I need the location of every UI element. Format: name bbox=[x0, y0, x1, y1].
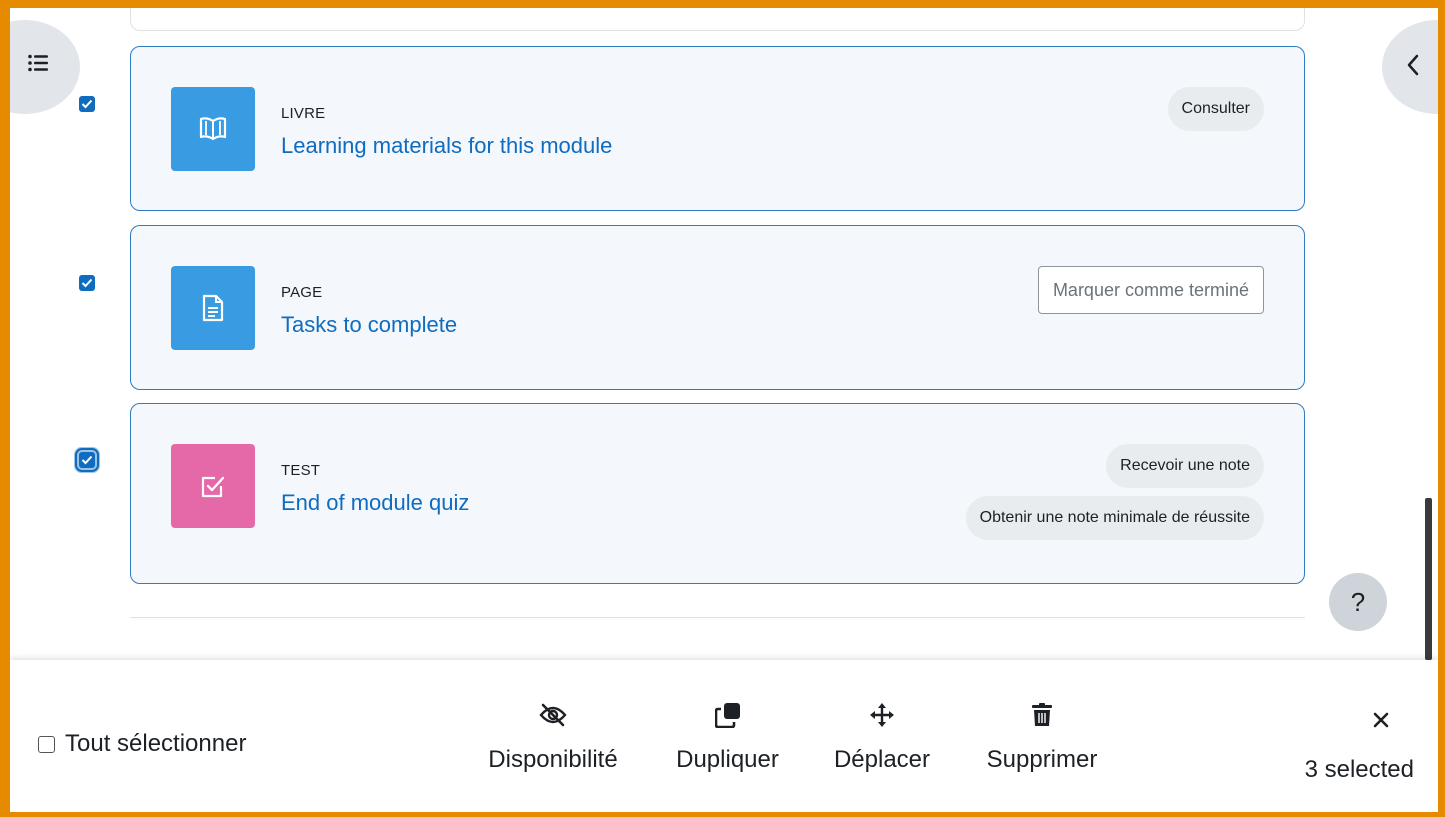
select-all-checkbox[interactable]: Tout sélectionner bbox=[38, 730, 246, 758]
delete-label: Supprimer bbox=[986, 746, 1098, 773]
activity-link[interactable]: Learning materials for this module bbox=[281, 133, 612, 159]
activity-checkbox-page[interactable] bbox=[79, 275, 95, 291]
move-label: Déplacer bbox=[833, 746, 931, 773]
help-button[interactable]: ? bbox=[1329, 573, 1387, 631]
activity-link[interactable]: Tasks to complete bbox=[281, 312, 457, 338]
trash-icon bbox=[1032, 702, 1052, 728]
copy-icon bbox=[714, 702, 741, 728]
course-index-toggle[interactable] bbox=[10, 20, 80, 114]
duplicate-label: Dupliquer bbox=[676, 746, 779, 773]
activity-type: TEST bbox=[281, 462, 321, 479]
completion-badge-receive-grade: Recevoir une note bbox=[1106, 444, 1264, 488]
course-page: LIVRE Learning materials for this module… bbox=[10, 8, 1438, 812]
activity-checkbox-quiz[interactable] bbox=[75, 448, 99, 472]
duplicate-button[interactable]: Dupliquer bbox=[665, 702, 790, 774]
section-divider bbox=[130, 617, 1305, 618]
move-arrows-icon bbox=[870, 702, 894, 728]
delete-button[interactable]: Supprimer bbox=[972, 702, 1112, 774]
activity-card-book: LIVRE Learning materials for this module… bbox=[130, 46, 1305, 211]
book-icon bbox=[171, 87, 255, 171]
availability-button[interactable]: Disponibilité bbox=[473, 702, 633, 774]
close-bulk-edit-icon[interactable] bbox=[1373, 712, 1389, 733]
block-drawer-toggle[interactable] bbox=[1382, 20, 1438, 114]
list-icon bbox=[28, 54, 48, 77]
chevron-left-icon bbox=[1406, 54, 1420, 81]
selected-count: 3 selected bbox=[1304, 756, 1414, 783]
completion-badge-view: Consulter bbox=[1167, 87, 1264, 131]
file-text-icon bbox=[171, 266, 255, 350]
activity-checkbox-book[interactable] bbox=[79, 96, 95, 112]
previous-activity-card bbox=[130, 8, 1305, 31]
checkbox-unchecked[interactable] bbox=[38, 735, 55, 753]
move-button[interactable]: Déplacer bbox=[822, 702, 942, 774]
availability-label: Disponibilité bbox=[488, 746, 618, 773]
eye-slash-icon bbox=[539, 702, 567, 728]
activity-card-quiz: TEST End of module quiz Recevoir une not… bbox=[130, 403, 1305, 584]
quiz-check-icon bbox=[171, 444, 255, 528]
activity-type: PAGE bbox=[281, 284, 323, 301]
bulk-edit-toolbar: Tout sélectionner Disponibilité Duplique… bbox=[10, 660, 1438, 812]
completion-badge-passing-grade: Obtenir une note minimale de réussite bbox=[965, 496, 1264, 540]
activity-card-page: PAGE Tasks to complete Marquer comme ter… bbox=[130, 225, 1305, 390]
activity-link[interactable]: End of module quiz bbox=[281, 490, 469, 516]
page-scrollbar[interactable] bbox=[1425, 498, 1432, 660]
activity-type: LIVRE bbox=[281, 105, 326, 122]
mark-as-done-button[interactable]: Marquer comme terminé bbox=[1037, 266, 1264, 314]
select-all-label: Tout sélectionner bbox=[65, 730, 247, 757]
